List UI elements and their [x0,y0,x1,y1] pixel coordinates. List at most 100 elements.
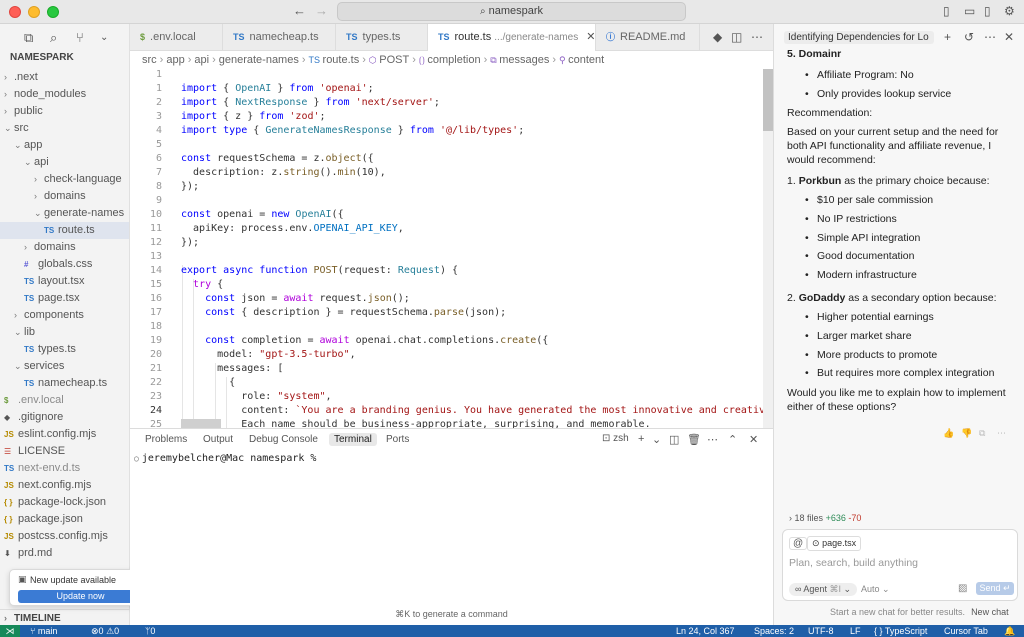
thumbs-up-icon[interactable]: 👍 [943,428,954,439]
editor-scrollbar[interactable] [763,69,773,428]
trash-icon[interactable]: 🗑 [687,433,701,446]
editor-tab[interactable]: $ .env.local [130,24,223,51]
ports-indicator[interactable]: ᛘ0 [145,625,155,637]
send-button[interactable]: Send ↵ [976,582,1014,595]
tree-file[interactable]: TS page.tsx [0,290,129,307]
toggle-panel-icon[interactable]: ▭ [964,4,975,18]
files-changed-summary[interactable]: › 18 files +636 -70 [789,513,861,523]
code-editor[interactable]: 1 1 2 3 4 5 6 7 8 9 10 11 12 13 14 15 16 17 18 19 20 21 22 23 24… [130,69,773,428]
terminal-prompt[interactable]: ○ jeremybelcher@Mac namespark % [134,453,316,464]
line-ending[interactable]: LF [850,625,861,637]
scrollbar-thumb[interactable] [763,69,773,131]
tree-folder[interactable]: ⌄ services [0,358,129,375]
tree-file[interactable]: # globals.css [0,256,129,273]
more-icon[interactable]: ⋯ [997,428,1006,439]
tree-file[interactable]: TS next-env.d.ts [0,460,129,477]
panel-tab-ports[interactable]: Ports [386,434,409,445]
indentation[interactable]: Spaces: 2 [754,625,794,637]
tree-file[interactable]: JS postcss.config.mjs [0,528,129,545]
history-icon[interactable]: ↺ [964,30,974,44]
breadcrumb-item[interactable]: api [194,54,209,66]
language-mode[interactable]: { } TypeScript [874,625,927,637]
tree-file[interactable]: ◆ .gitignore [0,409,129,426]
toggle-sidebar-icon[interactable]: ▯ [943,4,950,18]
model-selector[interactable]: Auto ⌄ [861,584,890,595]
tree-folder[interactable]: › domains [0,239,129,256]
panel-tab-problems[interactable]: Problems [145,434,187,445]
tree-file[interactable]: $ .env.local [0,392,129,409]
timeline-section[interactable]: › TIMELINE [0,609,130,625]
terminal-shell-selector[interactable]: ⊡ zsh [602,433,629,444]
problems-indicator[interactable]: ⊗0 ⚠0 [91,625,119,637]
back-arrow-icon[interactable]: ← [293,3,306,18]
split-terminal-icon[interactable]: ◫ [669,433,679,446]
encoding[interactable]: UTF-8 [808,625,834,637]
panel-tab-output[interactable]: Output [203,434,233,445]
panel-tab-debug-console[interactable]: Debug Console [249,434,318,445]
tree-folder[interactable]: ⌄ api [0,154,129,171]
chevron-down-icon[interactable]: ⌄ [652,433,661,446]
editor-tab[interactable]: TS types.ts [336,24,428,51]
chevron-down-icon[interactable]: ⌄ [100,32,108,43]
new-chat-plus-icon[interactable]: + [944,30,951,44]
tree-folder[interactable]: › components [0,307,129,324]
breadcrumb-item[interactable]: app [166,54,184,66]
context-chip[interactable]: ⊙ page.tsx [807,536,862,551]
breadcrumb-item[interactable]: completion [427,54,480,66]
breadcrumb-item[interactable]: generate-names [219,54,299,66]
tree-folder[interactable]: › check-language [0,171,129,188]
tree-file[interactable]: TS namecheap.ts [0,375,129,392]
window-close-button[interactable] [9,6,21,18]
close-icon[interactable]: ✕ [586,31,595,43]
tree-file[interactable]: TS layout.tsx [0,273,129,290]
new-chat-link[interactable]: New chat [971,607,1009,617]
breadcrumb-item[interactable]: content [568,54,604,66]
open-changes-icon[interactable]: ◆ [713,30,722,44]
tree-file[interactable]: ☰ LICENSE [0,443,129,460]
source-control-icon[interactable]: ⑂ [76,30,84,45]
branch-indicator[interactable]: ⑂ main [30,625,57,637]
more-icon[interactable]: ⋯ [707,433,718,446]
tree-file[interactable]: { } package-lock.json [0,494,129,511]
tree-file[interactable]: TS route.ts [0,222,129,239]
update-now-button[interactable]: Update now [18,590,143,603]
tree-folder[interactable]: › node_modules [0,86,129,103]
tree-folder[interactable]: ⌄ src [0,120,129,137]
maximize-panel-icon[interactable]: ⌃ [728,433,737,446]
tree-file[interactable]: { } package.json [0,511,129,528]
copy-icon[interactable]: ⧉ [979,428,985,439]
settings-gear-icon[interactable]: ⚙ [1004,4,1015,18]
tree-file[interactable]: TS types.ts [0,341,129,358]
notifications-bell-icon[interactable]: 🔔 [1004,625,1015,637]
new-terminal-icon[interactable]: + [638,433,644,445]
window-minimize-button[interactable] [28,6,40,18]
mention-button[interactable]: @ [789,537,808,550]
cursor-tab-status[interactable]: Cursor Tab [944,625,988,637]
split-editor-icon[interactable]: ◫ [731,30,742,44]
tree-folder[interactable]: › domains [0,188,129,205]
editor-tab[interactable]: ⓘ README.md [596,24,700,51]
window-maximize-button[interactable] [47,6,59,18]
search-icon[interactable]: ⌕ [50,30,57,46]
close-icon[interactable]: ✕ [1004,30,1014,44]
toggle-secondary-sidebar-icon[interactable]: ▯ [984,4,991,18]
editor-tab[interactable]: TS route.ts .../generate-names ✕ [428,24,596,51]
tree-folder[interactable]: › .next [0,69,129,86]
close-icon[interactable]: ✕ [749,433,758,446]
tree-file[interactable]: ⬇ prd.md [0,545,129,562]
breadcrumb-item[interactable]: POST [379,54,409,66]
remote-icon[interactable]: ⋊ [0,625,20,637]
command-center-search[interactable]: ⌕ namespark [337,2,686,21]
chat-input-placeholder[interactable]: Plan, search, build anything [789,557,918,569]
editor-tab[interactable]: TS namecheap.ts [223,24,336,51]
tree-folder[interactable]: ⌄ generate-names [0,205,129,222]
agent-mode-selector[interactable]: ∞ Agent ⌘I ⌄ [789,583,858,596]
tree-file[interactable]: JS eslint.config.mjs [0,426,129,443]
breadcrumb-item[interactable]: messages [499,54,549,66]
chat-input-box[interactable]: @ ⊙ page.tsx Plan, search, build anythin… [782,529,1018,601]
tree-folder[interactable]: ⌄ app [0,137,129,154]
image-icon[interactable]: ▨ [958,583,967,594]
explorer-files-icon[interactable]: ⧉ [24,30,33,46]
cursor-position[interactable]: Ln 24, Col 367 [676,625,735,637]
tree-folder[interactable]: › public [0,103,129,120]
